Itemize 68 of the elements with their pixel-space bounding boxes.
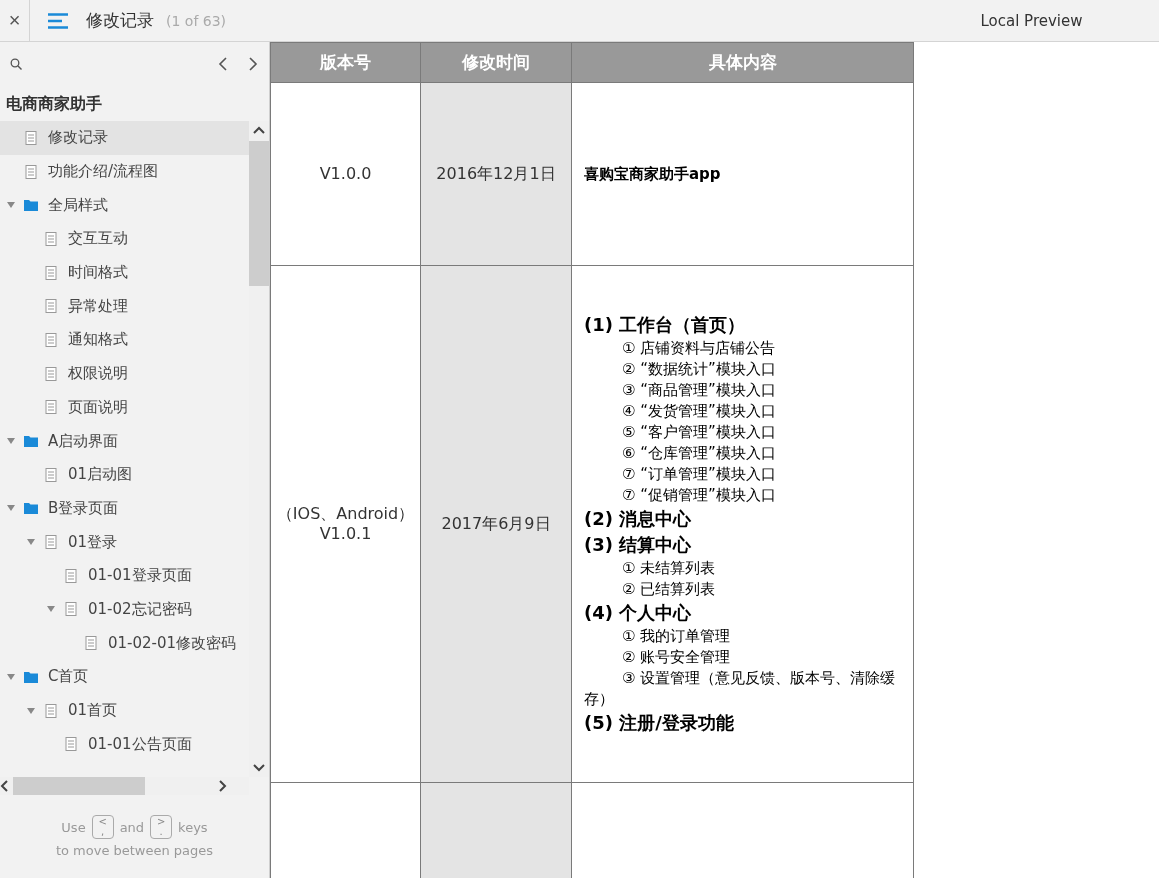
tree-item[interactable]: 01启动图 (0, 457, 249, 492)
tree-item[interactable]: 通知格式 (0, 323, 249, 357)
close-button[interactable]: × (0, 0, 30, 41)
tree-item[interactable]: 页面说明 (0, 390, 249, 425)
tree-item[interactable]: 时间格式 (0, 255, 249, 290)
document-icon (44, 265, 58, 280)
tree-item[interactable]: 01-01公告页面 (0, 727, 249, 762)
column-header: 版本号 (270, 42, 421, 83)
version-cell: V1.0.0 (270, 82, 421, 266)
tree-item[interactable]: 全局样式 (0, 188, 249, 223)
scroll-down-icon[interactable] (253, 761, 265, 773)
tree-item[interactable]: 01-02-01修改密码 (0, 626, 249, 660)
folder-icon (24, 501, 38, 516)
scrollbar-thumb[interactable] (13, 777, 145, 795)
tree-item[interactable]: 修改记录 (0, 121, 249, 155)
page-title: 修改记录 (86, 9, 154, 32)
page-count: (1 of 63) (166, 12, 227, 29)
tree-item[interactable]: 功能介绍/流程图 (0, 154, 249, 189)
document-icon (44, 467, 58, 482)
hint-text: and (119, 819, 145, 835)
document-icon (24, 130, 38, 145)
content-cell: (1) 工作台（首页） ① 店铺资料与店铺公告 ② “数据统计”模块入口 ③ “商品管理”模块入口 ④ “发货管理”模块入口 ⑤ “客户管理”模块入口 ⑥ “仓库管理”模块入口 ⑦ “订单管理”模块入口 ⑦ “促销管理”模块入口 (2) 消息中心 (3) 结算中心 ① 未结算列表 ② 已结算列表 (4) 个人中心 ① 我的订单管理 ② 账号安全管理 ③ 设置管理（意见反馈、版本号、清除缓存） (5) 注册/登录功能 (571, 265, 914, 783)
folder-icon (24, 669, 38, 684)
expand-arrow-icon[interactable] (6, 671, 16, 682)
tree-item[interactable]: 异常处理 (0, 289, 249, 324)
chevron-left-icon[interactable] (218, 57, 228, 71)
tree-item[interactable]: C首页 (0, 660, 249, 694)
document-icon (44, 332, 58, 347)
document-icon (44, 299, 58, 314)
folder-icon (24, 434, 38, 449)
folder-icon (24, 198, 38, 213)
document-icon (44, 400, 58, 415)
expand-arrow-icon[interactable] (26, 705, 36, 716)
document-icon (84, 636, 98, 651)
tree-item[interactable]: B登录页面 (0, 491, 249, 526)
tree-item[interactable]: 01首页 (0, 693, 249, 728)
document-icon (44, 231, 58, 246)
document-icon (64, 602, 78, 617)
document-icon (44, 366, 58, 381)
chevron-right-icon[interactable] (248, 57, 258, 71)
tree-item[interactable]: 权限说明 (0, 356, 249, 391)
key-cap: > . (150, 815, 173, 839)
scroll-left-icon[interactable] (0, 780, 10, 792)
tree-item[interactable]: 01-01登录页面 (0, 558, 249, 593)
column-header: 具体内容 (571, 42, 914, 83)
hint-text: to move between pages (55, 843, 214, 858)
project-title: 电商商家助手 (5, 93, 103, 115)
preview-label: Local Preview (979, 11, 1084, 30)
document-icon (44, 703, 58, 718)
document-icon (64, 737, 78, 752)
column-header: 修改时间 (420, 42, 572, 83)
tree-item[interactable]: 01登录 (0, 525, 249, 559)
tree-item[interactable]: A启动界面 (0, 424, 249, 458)
tree-item[interactable]: 交互互动 (0, 222, 249, 256)
scrollbar-thumb[interactable] (249, 141, 269, 286)
content-cell: 喜购宝商家助手app (571, 82, 914, 266)
document-icon (44, 535, 58, 550)
date-cell: 2016年12月1日 (420, 82, 572, 266)
date-cell: 2017年6月9日 (420, 265, 572, 783)
hint-text: Use (61, 819, 86, 835)
menu-icon[interactable] (48, 12, 68, 29)
hint-text: keys (178, 819, 208, 835)
tree-item[interactable]: 01-02忘记密码 (0, 592, 249, 627)
document-icon (24, 164, 38, 179)
version-cell: （IOS、Android） V1.0.1 (270, 265, 421, 783)
key-cap: < , (91, 815, 114, 839)
scroll-right-icon[interactable] (217, 780, 227, 792)
document-icon (64, 568, 78, 583)
